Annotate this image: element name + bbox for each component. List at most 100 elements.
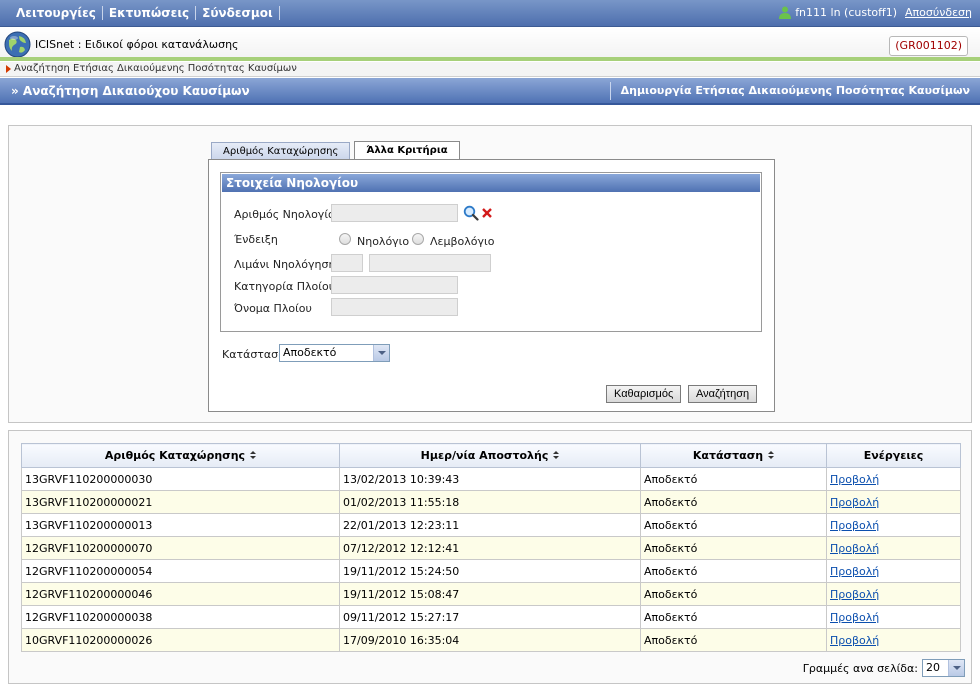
customs-office-code: (GR001102) [889,36,968,56]
cell-send-date: 13/02/2013 10:39:43 [339,467,641,491]
cell-status: Αποδεκτό [640,467,827,491]
registry-group-title: Στοιχεία Νηολογίου [222,174,760,192]
radio-boat-registry[interactable] [412,233,424,245]
view-link[interactable]: Προβολή [830,611,879,624]
page-header: » Αναζήτηση Δικαιούχου Καυσίμων Δημιουργ… [0,78,980,105]
create-link[interactable]: Δημιουργία Ετήσιας Δικαιούμενης Ποσότητα… [609,82,970,100]
port-name-input[interactable] [369,254,491,272]
radio-boat-registry-label: Λεμβολόγιο [430,235,495,248]
status-select-value: Αποδεκτό [283,346,337,359]
tab-other-criteria[interactable]: Άλλα Κριτήρια [354,141,460,161]
sort-icon [553,451,560,460]
breadcrumb-text: Αναζήτηση Ετήσιας Δικαιούμενης Ποσότητας… [14,63,297,74]
cell-send-date: 19/11/2012 15:24:50 [339,559,641,583]
sort-icon [768,451,775,460]
sort-icon [250,451,257,460]
breadcrumb-arrow-icon [6,65,11,73]
cell-registration-number: 12GRVF110200000070 [21,536,340,560]
cell-send-date: 19/11/2012 15:08:47 [339,582,641,606]
cell-send-date: 22/01/2013 12:23:11 [339,513,641,537]
column-header-status[interactable]: Κατάσταση [640,443,827,468]
cell-registration-number: 13GRVF110200000021 [21,490,340,514]
cell-status: Αποδεκτό [640,490,827,514]
pager-label: Γραμμές ανα σελίδα: [802,661,918,675]
cell-status: Αποδεκτό [640,605,827,629]
user-icon [779,6,792,19]
table-row: 13GRVF110200000030 13/02/2013 10:39:43 Απο… [21,467,961,491]
registry-group: Στοιχεία Νηολογίου Αριθμός Νηολογίου Ένδ… [220,172,762,332]
cell-registration-number: 12GRVF110200000046 [21,582,340,606]
view-link[interactable]: Προβολή [830,473,879,486]
cell-actions: Προβολή [826,582,961,606]
cell-actions: Προβολή [826,536,961,560]
user-area: fn111 ln (custoff1) Αποσύνδεση [779,6,972,19]
chevron-down-icon [373,345,389,361]
main-menu: Λειτουργίες Εκτυπώσεις Σύνδεσμοι [10,6,280,20]
cell-status: Αποδεκτό [640,628,827,652]
view-link[interactable]: Προβολή [830,565,879,578]
cell-registration-number: 12GRVF110200000054 [21,559,340,583]
clear-button[interactable]: Καθαρισμός [606,385,682,403]
cell-status: Αποδεκτό [640,536,827,560]
table-row: 12GRVF110200000054 19/11/2012 15:24:50 Απο… [21,559,961,583]
radio-registry[interactable] [339,233,351,245]
column-header-date[interactable]: Ημερ/νία Αποστολής [339,443,641,468]
app-title: ICISnet : Ειδικοί φόροι κατανάλωσης [35,38,239,51]
logout-link[interactable]: Αποσύνδεση [905,6,972,19]
view-link[interactable]: Προβολή [830,634,879,647]
search-icon[interactable] [463,205,479,221]
results-panel: Αριθμός Καταχώρησης Ημερ/νία Αποστολής Κ… [8,430,972,684]
cell-actions: Προβολή [826,467,961,491]
menu-item-prints[interactable]: Εκτυπώσεις [103,6,197,20]
menu-item-links[interactable]: Σύνδεσμοι [196,6,280,20]
cell-registration-number: 13GRVF110200000030 [21,467,340,491]
rows-per-page-value: 20 [926,661,940,674]
pager: Γραμμές ανα σελίδα: 20 [803,659,965,677]
page-title: » Αναζήτηση Δικαιούχου Καυσίμων [11,84,250,98]
table-row: 13GRVF110200000021 01/02/2013 11:55:18 Απο… [21,490,961,514]
table-row: 12GRVF110200000046 19/11/2012 15:08:47 Απο… [21,582,961,606]
ship-name-label: Όνομα Πλοίου [234,302,312,315]
chevron-down-icon [948,660,964,676]
cell-actions: Προβολή [826,559,961,583]
menu-item-functions[interactable]: Λειτουργίες [10,6,103,20]
cell-send-date: 01/02/2013 11:55:18 [339,490,641,514]
cell-send-date: 07/12/2012 12:12:41 [339,536,641,560]
registry-number-input[interactable] [331,204,458,222]
globe-icon [4,31,31,58]
port-code-input[interactable] [331,254,363,272]
search-panel: Αριθμός Καταχώρησης Άλλα Κριτήρια Στοιχε… [8,125,972,423]
view-link[interactable]: Προβολή [830,496,879,509]
cell-registration-number: 10GRVF110200000026 [21,628,340,652]
cell-send-date: 09/11/2012 15:27:17 [339,605,641,629]
view-link[interactable]: Προβολή [830,519,879,532]
user-name: fn111 ln (custoff1) [795,6,898,19]
rows-per-page-select[interactable]: 20 [922,659,965,677]
column-header-registration[interactable]: Αριθμός Καταχώρησης [21,443,340,468]
column-header-actions: Ενέργειες [826,443,961,468]
cell-status: Αποδεκτό [640,559,827,583]
green-strip [0,57,980,61]
table-row: 13GRVF110200000013 22/01/2013 12:23:11 Απο… [21,513,961,537]
table-row: 12GRVF110200000038 09/11/2012 15:27:17 Απο… [21,605,961,629]
results-table: Αριθμός Καταχώρησης Ημερ/νία Αποστολής Κ… [21,443,961,652]
search-button[interactable]: Αναζήτηση [688,385,758,403]
clear-icon[interactable] [481,207,493,219]
cell-status: Αποδεκτό [640,513,827,537]
tab-content: Στοιχεία Νηολογίου Αριθμός Νηολογίου Ένδ… [208,159,775,412]
view-link[interactable]: Προβολή [830,542,879,555]
port-label: Λιμάνι Νηολόγησης [234,258,342,271]
view-link[interactable]: Προβολή [830,588,879,601]
cell-status: Αποδεκτό [640,582,827,606]
category-input[interactable] [331,276,458,294]
cell-actions: Προβολή [826,605,961,629]
radio-registry-label: Νηολόγιο [357,235,410,248]
menu-bar: Λειτουργίες Εκτυπώσεις Σύνδεσμοι fn111 l… [0,0,980,27]
ship-name-input[interactable] [331,298,458,316]
table-row: 10GRVF110200000026 17/09/2010 16:35:04 Απο… [21,628,961,652]
cell-registration-number: 13GRVF110200000013 [21,513,340,537]
cell-actions: Προβολή [826,490,961,514]
cell-send-date: 17/09/2010 16:35:04 [339,628,641,652]
status-select[interactable]: Αποδεκτό [279,344,390,362]
indication-label: Ένδειξη [234,233,278,246]
